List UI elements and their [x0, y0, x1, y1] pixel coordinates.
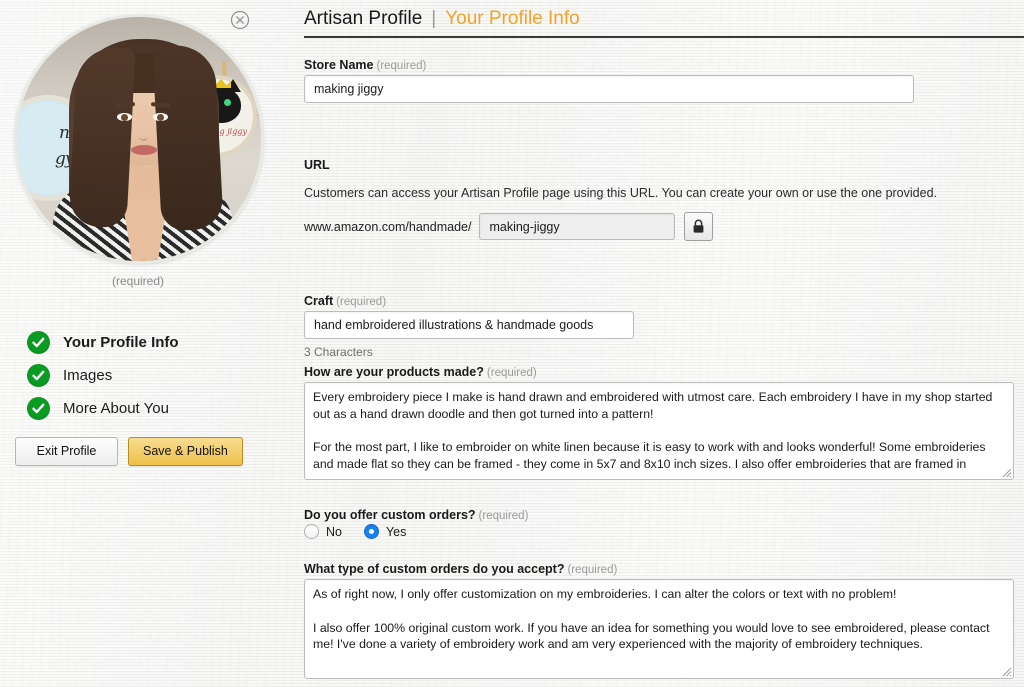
check-icon [27, 331, 50, 354]
profile-sidebar: ng gy thua making jiggy [0, 0, 296, 687]
url-label: URL [304, 158, 330, 172]
profile-checklist: Your Profile Info Images More About You [27, 326, 179, 425]
custom-orders-option-yes[interactable]: Yes [363, 524, 407, 539]
custom-orders-required: (required) [478, 510, 529, 522]
close-icon[interactable] [230, 10, 250, 30]
url-prefix: www.amazon.com/handmade/ [304, 219, 472, 234]
custom-orders-label: Do you offer custom orders? (required) [304, 508, 529, 522]
sidebar-item-label: Images [63, 367, 113, 384]
craft-input[interactable] [304, 311, 634, 339]
radio-selected-icon [363, 524, 379, 539]
url-slug-input[interactable] [479, 213, 676, 240]
custom-orders-type-label: What type of custom orders do you accept… [304, 562, 618, 576]
sidebar-actions: Exit Profile Save & Publish [15, 437, 243, 466]
custom-orders-option-no[interactable]: No [304, 524, 342, 539]
store-name-label: Store Name (required) [304, 58, 427, 72]
page-title-main: Artisan Profile [304, 8, 423, 29]
products-made-required: (required) [486, 367, 537, 379]
products-made-textarea-wrap: Every embroidery piece I make is hand dr… [304, 382, 1014, 480]
avatar-photo: ng gy thua making jiggy [17, 17, 261, 261]
craft-label: Craft (required) [304, 294, 387, 308]
custom-orders-type-textarea-wrap: As of right now, I only offer customizat… [304, 579, 1014, 679]
radio-unselected-icon [304, 524, 319, 539]
save-and-publish-button[interactable]: Save & Publish [128, 437, 243, 466]
craft-character-counter: 3 Characters [304, 345, 373, 359]
page-title-separator: | [431, 8, 437, 29]
products-made-textarea[interactable]: Every embroidery piece I make is hand dr… [304, 382, 1014, 480]
radio-label: Yes [385, 524, 407, 539]
avatar[interactable]: ng gy thua making jiggy [14, 14, 264, 264]
header-divider [304, 36, 1024, 38]
sidebar-item-label: Your Profile Info [63, 334, 179, 351]
profile-form-panel: Artisan Profile | Your Profile Info Stor… [296, 0, 1024, 687]
url-helper-text: Customers can access your Artisan Profil… [304, 186, 937, 200]
url-row: www.amazon.com/handmade/ [304, 212, 714, 241]
sidebar-item-images[interactable]: Images [27, 359, 179, 392]
store-name-input[interactable] [304, 75, 914, 103]
craft-required: (required) [336, 296, 387, 308]
sidebar-item-your-profile-info[interactable]: Your Profile Info [27, 326, 179, 359]
store-name-required: (required) [376, 60, 427, 72]
sidebar-item-label: More About You [63, 400, 169, 417]
custom-orders-type-textarea[interactable]: As of right now, I only offer customizat… [304, 579, 1014, 679]
page-title-section: Your Profile Info [445, 8, 580, 29]
radio-label: No [326, 524, 342, 539]
check-icon [27, 397, 50, 420]
check-icon [27, 364, 50, 387]
exit-profile-button[interactable]: Exit Profile [15, 437, 118, 466]
page-title: Artisan Profile | Your Profile Info [304, 8, 580, 30]
products-made-label: How are your products made? (required) [304, 365, 537, 379]
avatar-required-caption: (required) [111, 274, 165, 288]
lock-icon[interactable] [684, 212, 714, 241]
custom-orders-radio-group: No Yes [304, 524, 428, 539]
sidebar-item-more-about-you[interactable]: More About You [27, 392, 179, 425]
custom-orders-type-required: (required) [567, 564, 618, 576]
